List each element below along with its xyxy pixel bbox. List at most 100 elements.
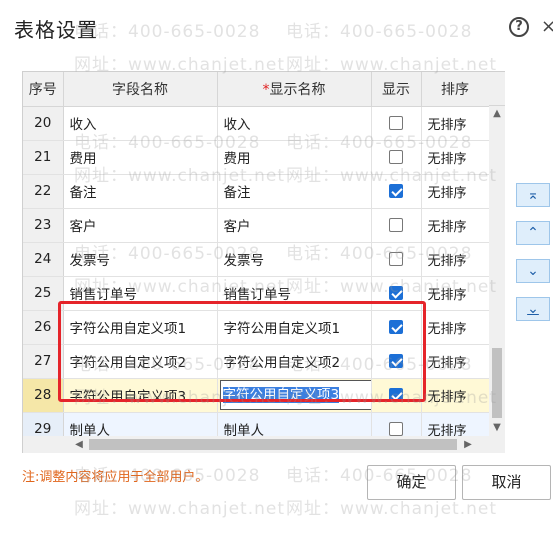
row-index: 22 <box>23 174 64 209</box>
row-index: 23 <box>23 208 64 243</box>
table-row[interactable]: 20 收入 收入 无排序 <box>23 106 490 141</box>
table-row[interactable]: 22 备注 备注 无排序 <box>23 174 490 209</box>
show-checkbox[interactable] <box>389 354 403 368</box>
title-icons: ? × <box>509 16 553 37</box>
scroll-right-arrow-icon[interactable]: ▶ <box>460 436 476 453</box>
vertical-scrollbar[interactable]: ▲ ▼ <box>489 106 505 436</box>
sort-cell[interactable]: 无排序 <box>421 174 490 209</box>
display-name-cell[interactable]: 销售订单号 <box>217 276 372 311</box>
display-name-cell[interactable]: 备注 <box>217 174 372 209</box>
row-index: 20 <box>23 106 64 141</box>
header-sort[interactable]: 排序 <box>421 72 490 107</box>
display-name-cell[interactable]: 发票号 <box>217 242 372 277</box>
table-row[interactable]: 28 字符公用自定义项3 字符公用自定义项3 无排序 <box>23 378 490 413</box>
show-cell <box>371 344 422 379</box>
show-checkbox[interactable] <box>389 286 403 300</box>
show-cell <box>371 242 422 277</box>
show-cell <box>371 310 422 345</box>
display-name-cell[interactable]: 费用 <box>217 140 372 175</box>
show-checkbox[interactable] <box>389 252 403 266</box>
sort-cell[interactable]: 无排序 <box>421 344 490 379</box>
move-to-bottom-button[interactable]: ⌄ <box>516 297 550 321</box>
cancel-button[interactable]: 取消 <box>462 465 551 500</box>
show-checkbox[interactable] <box>389 218 403 232</box>
table-row[interactable]: 27 字符公用自定义项2 字符公用自定义项2 无排序 <box>23 344 490 379</box>
move-to-top-button[interactable]: ⌅ <box>516 183 550 207</box>
field-name-cell: 字符公用自定义项1 <box>63 310 218 345</box>
display-name-cell[interactable]: 字符公用自定义项2 <box>217 344 372 379</box>
scroll-left-arrow-icon[interactable]: ◀ <box>71 436 87 453</box>
watermark-site: 网址：www.chanjet.net <box>74 499 286 519</box>
table-row[interactable]: 23 客户 客户 无排序 <box>23 208 490 243</box>
field-name-cell: 备注 <box>63 174 218 209</box>
dialog-title: 表格设置 <box>14 18 98 42</box>
show-checkbox[interactable] <box>389 388 403 402</box>
header-index: 序号 <box>23 72 64 107</box>
display-name-cell[interactable]: 字符公用自定义项1 <box>217 310 372 345</box>
show-cell <box>371 276 422 311</box>
display-name-cell[interactable]: 客户 <box>217 208 372 243</box>
display-name-input[interactable]: 字符公用自定义项3 <box>219 380 370 410</box>
grid-body: 20 收入 收入 无排序 21 费用 费用 无排序 22 备注 备注 无排序 23 客户 客户 无排序 24 发票… <box>23 106 490 447</box>
show-checkbox[interactable] <box>389 422 403 436</box>
display-name-editor[interactable]: 字符公用自定义项3 <box>217 378 372 413</box>
table-row[interactable]: 24 发票号 发票号 无排序 <box>23 242 490 277</box>
row-index: 26 <box>23 310 64 345</box>
field-name-cell: 收入 <box>63 106 218 141</box>
show-cell <box>371 106 422 141</box>
show-cell <box>371 174 422 209</box>
table-row[interactable]: 26 字符公用自定义项1 字符公用自定义项1 无排序 <box>23 310 490 345</box>
selected-text: 字符公用自定义项3 <box>222 387 340 403</box>
field-name-cell: 发票号 <box>63 242 218 277</box>
field-name-cell: 字符公用自定义项2 <box>63 344 218 379</box>
show-cell <box>371 378 422 413</box>
header-display-name[interactable]: *显示名称 <box>217 72 372 107</box>
show-checkbox[interactable] <box>389 320 403 334</box>
footer-note: 注:调整内容将应用于全部用户。 <box>22 470 209 485</box>
header-show[interactable]: 显示 <box>371 72 422 107</box>
move-up-button[interactable]: ⌃ <box>516 221 550 245</box>
field-name-cell: 客户 <box>63 208 218 243</box>
sort-cell[interactable]: 无排序 <box>421 140 490 175</box>
field-name-cell: 费用 <box>63 140 218 175</box>
close-icon[interactable]: × <box>541 16 553 37</box>
scroll-corner <box>489 72 505 106</box>
sort-cell[interactable]: 无排序 <box>421 106 490 141</box>
sort-cell[interactable]: 无排序 <box>421 242 490 277</box>
sort-cell[interactable]: 无排序 <box>421 276 490 311</box>
header-display-name-label: 显示名称 <box>269 81 326 98</box>
sort-cell[interactable]: 无排序 <box>421 310 490 345</box>
move-down-button[interactable]: ⌄ <box>516 259 550 283</box>
field-settings-grid: 序号 字段名称 *显示名称 显示 排序 20 收入 收入 无排序 21 费用 费用 无排序 22… <box>22 71 505 453</box>
horizontal-scroll-thumb[interactable] <box>89 439 457 450</box>
row-index: 28 <box>23 378 64 413</box>
grid-header-row: 序号 字段名称 *显示名称 显示 排序 <box>23 72 490 107</box>
display-name-cell[interactable]: 收入 <box>217 106 372 141</box>
grid-table: 序号 字段名称 *显示名称 显示 排序 20 收入 收入 无排序 21 费用 费用 无排序 22… <box>23 72 490 447</box>
sort-cell[interactable]: 无排序 <box>421 378 490 413</box>
vertical-scroll-thumb[interactable] <box>492 348 502 418</box>
row-index: 21 <box>23 140 64 175</box>
show-checkbox[interactable] <box>389 150 403 164</box>
sort-cell[interactable]: 无排序 <box>421 208 490 243</box>
row-index: 24 <box>23 242 64 277</box>
help-icon[interactable]: ? <box>509 16 529 37</box>
field-name-cell: 销售订单号 <box>63 276 218 311</box>
ok-button[interactable]: 确定 <box>367 465 456 500</box>
required-mark: * <box>262 81 270 98</box>
watermark-phone: 电话：400-665-0028 <box>74 22 261 42</box>
header-field-name[interactable]: 字段名称 <box>63 72 218 107</box>
show-cell <box>371 140 422 175</box>
table-row[interactable]: 25 销售订单号 销售订单号 无排序 <box>23 276 490 311</box>
scroll-up-arrow-icon[interactable]: ▲ <box>489 106 505 122</box>
scroll-down-arrow-icon[interactable]: ▼ <box>489 420 505 436</box>
row-index: 27 <box>23 344 64 379</box>
show-cell <box>371 208 422 243</box>
table-row[interactable]: 21 费用 费用 无排序 <box>23 140 490 175</box>
field-name-cell: 字符公用自定义项3 <box>63 378 218 413</box>
watermark-phone: 电话：400-665-0028 <box>286 22 473 42</box>
horizontal-scrollbar[interactable]: ◀ ▶ <box>23 436 505 453</box>
row-index: 25 <box>23 276 64 311</box>
show-checkbox[interactable] <box>389 116 403 130</box>
show-checkbox[interactable] <box>389 184 403 198</box>
